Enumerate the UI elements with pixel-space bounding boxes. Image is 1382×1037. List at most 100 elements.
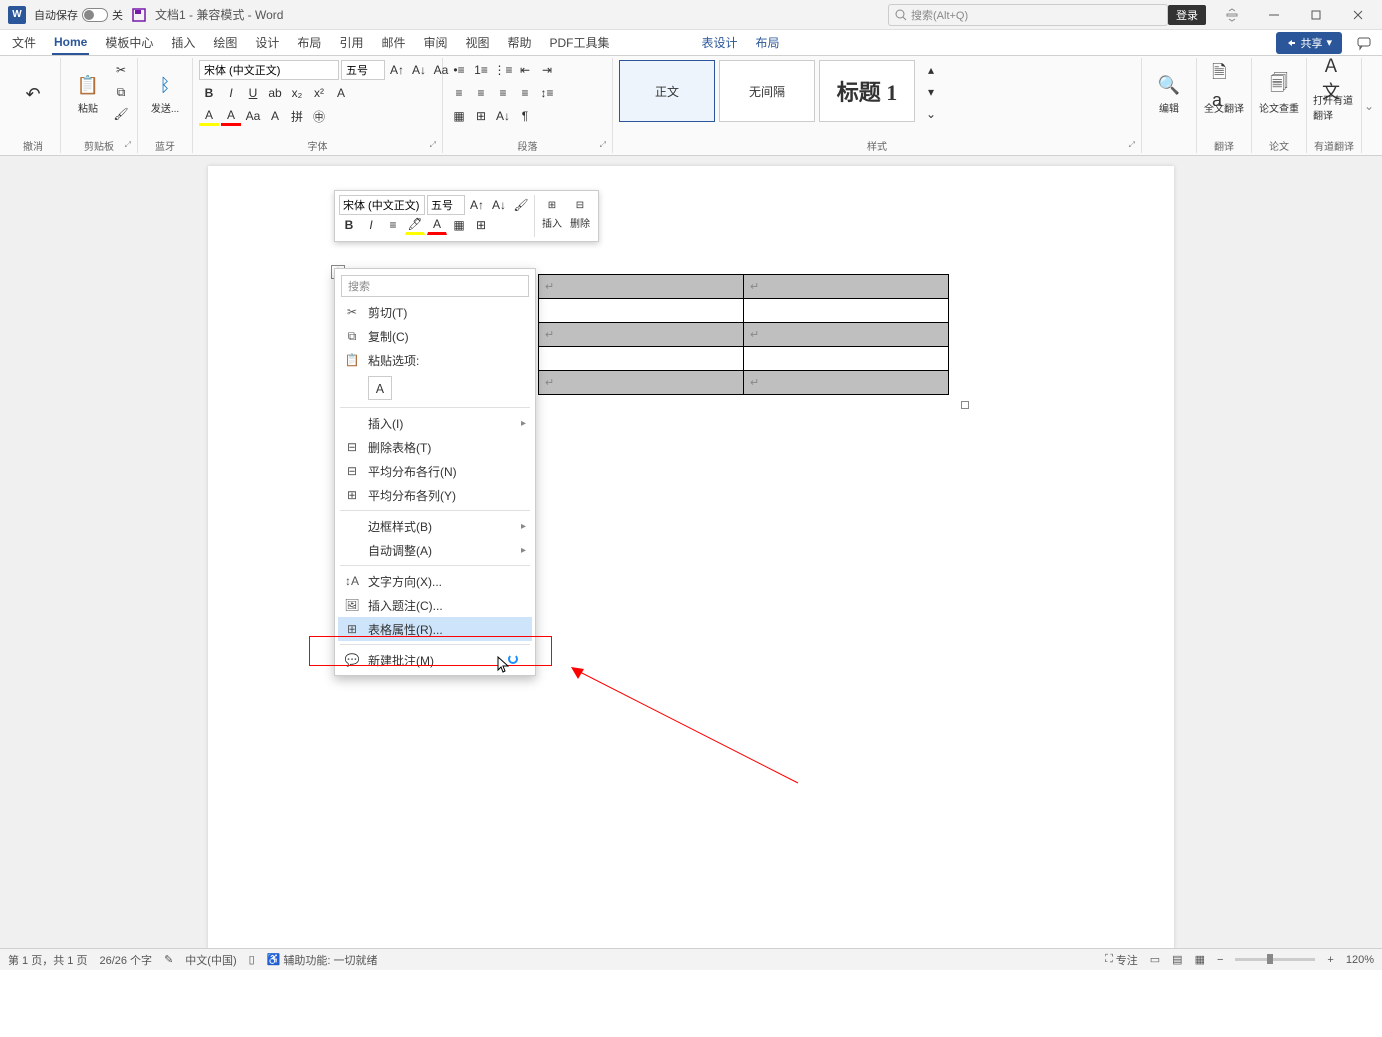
accessibility-indicator[interactable]: ♿ 辅助功能: 一切就绪: [267, 952, 378, 968]
language-indicator[interactable]: 中文(中国): [185, 952, 236, 968]
tab-home[interactable]: Home: [52, 31, 89, 55]
phonetic-button[interactable]: 拼: [287, 106, 307, 126]
tab-view[interactable]: 视图: [463, 30, 491, 55]
full-translate-button[interactable]: 🗎a全文翻译: [1203, 60, 1245, 128]
superscript-button[interactable]: x²: [309, 83, 329, 103]
font-color-button[interactable]: A: [221, 106, 241, 126]
tab-table-layout[interactable]: 布局: [754, 30, 782, 55]
ctx-autofit[interactable]: 自动调整(A)▸: [338, 538, 532, 562]
underline-button[interactable]: U: [243, 83, 263, 103]
tab-mailings[interactable]: 邮件: [379, 30, 407, 55]
spellcheck-icon[interactable]: ✎: [164, 953, 173, 966]
shrink-font-button[interactable]: A↓: [409, 60, 429, 80]
bullets-button[interactable]: •≡: [449, 60, 469, 80]
ctx-delete-table[interactable]: ⊟删除表格(T): [338, 435, 532, 459]
sort-button[interactable]: A↓: [493, 106, 513, 126]
editing-button[interactable]: 🔍编辑: [1148, 60, 1190, 128]
justify-button[interactable]: ≡: [515, 83, 535, 103]
focus-mode-button[interactable]: ⛶ 专注: [1105, 952, 1138, 968]
macro-icon[interactable]: ▯: [249, 953, 255, 966]
mini-align[interactable]: ≡: [383, 215, 403, 235]
char-shading-button[interactable]: Aa: [243, 106, 263, 126]
ctx-distribute-rows[interactable]: ⊟平均分布各行(N): [338, 459, 532, 483]
autosave-toggle[interactable]: 自动保存 关: [34, 7, 123, 23]
ctx-insert-caption[interactable]: 🖼插入题注(C)...: [338, 593, 532, 617]
search-input[interactable]: 搜索(Alt+Q): [888, 4, 1168, 26]
comments-icon[interactable]: [1356, 35, 1372, 51]
tab-review[interactable]: 审阅: [421, 30, 449, 55]
line-spacing-button[interactable]: ↕≡: [537, 83, 557, 103]
save-icon[interactable]: [131, 7, 147, 23]
highlight-button[interactable]: A: [199, 106, 219, 126]
ctx-insert[interactable]: 插入(I)▸: [338, 411, 532, 435]
ctx-table-properties[interactable]: ⊞表格属性(R)...: [338, 617, 532, 641]
tab-draw[interactable]: 绘图: [211, 30, 239, 55]
tab-file[interactable]: 文件: [10, 30, 38, 55]
zoom-out-button[interactable]: −: [1217, 954, 1223, 966]
ctx-distribute-cols[interactable]: ⊞平均分布各列(Y): [338, 483, 532, 507]
mini-font-size[interactable]: [427, 195, 465, 215]
mini-insert-button[interactable]: ⊞ 插入: [538, 195, 566, 237]
style-normal[interactable]: 正文: [619, 60, 715, 122]
login-button[interactable]: 登录: [1168, 5, 1206, 25]
grow-font-button[interactable]: A↑: [387, 60, 407, 80]
close-button[interactable]: [1342, 3, 1374, 27]
text-effects-button[interactable]: A: [331, 83, 351, 103]
ctx-new-comment[interactable]: 💬新建批注(M): [338, 648, 532, 672]
tab-layout[interactable]: 布局: [295, 30, 323, 55]
show-marks-button[interactable]: ¶: [515, 106, 535, 126]
table[interactable]: ↵↵ ↵↵ ↵↵: [538, 274, 949, 395]
ctx-text-direction[interactable]: ↕A文字方向(X)...: [338, 569, 532, 593]
read-mode-button[interactable]: ▭: [1150, 953, 1160, 966]
mini-delete-button[interactable]: ⊟ 删除: [566, 195, 594, 237]
print-layout-button[interactable]: ▤: [1172, 953, 1182, 966]
font-size-select[interactable]: [341, 60, 385, 80]
collapse-ribbon-button[interactable]: ⌄: [1362, 58, 1376, 153]
tab-help[interactable]: 帮助: [506, 30, 534, 55]
ctx-search-input[interactable]: 搜索: [341, 275, 529, 297]
styles-expand[interactable]: ⌄: [921, 104, 941, 124]
zoom-in-button[interactable]: +: [1327, 954, 1333, 966]
enclose-char-button[interactable]: ㊥: [309, 106, 329, 126]
mini-font-color[interactable]: A: [427, 215, 447, 235]
format-painter-button[interactable]: 🖌: [111, 104, 131, 124]
page[interactable]: ✥ ↵↵ ↵↵ ↵↵ A↑ A↓ 🖌: [208, 166, 1174, 948]
tab-references[interactable]: 引用: [337, 30, 365, 55]
paragraph-launcher[interactable]: ⤢: [600, 140, 606, 150]
italic-button[interactable]: I: [221, 83, 241, 103]
borders-button[interactable]: ⊞: [471, 106, 491, 126]
paste-button[interactable]: 📋 粘贴: [67, 60, 109, 128]
mini-highlight[interactable]: 🖊: [405, 215, 425, 235]
styles-launcher[interactable]: ⤢: [1129, 140, 1135, 150]
cut-button[interactable]: ✂: [111, 60, 131, 80]
tab-insert[interactable]: 插入: [169, 30, 197, 55]
styles-scroll-up[interactable]: ▴: [921, 60, 941, 80]
mini-shading[interactable]: ▦: [449, 215, 469, 235]
ctx-cut[interactable]: ✂剪切(T): [338, 300, 532, 324]
word-count[interactable]: 26/26 个字: [99, 952, 152, 968]
ribbon-display-options-icon[interactable]: [1216, 3, 1248, 27]
youdao-button[interactable]: Ａ文打开有道翻译: [1313, 60, 1355, 128]
ctx-copy[interactable]: ⧉复制(C): [338, 324, 532, 348]
copy-button[interactable]: ⧉: [111, 82, 131, 102]
align-center-button[interactable]: ≡: [471, 83, 491, 103]
align-right-button[interactable]: ≡: [493, 83, 513, 103]
tab-pdf-tools[interactable]: PDF工具集: [548, 30, 612, 55]
tab-templates[interactable]: 模板中心: [103, 30, 155, 55]
style-no-spacing[interactable]: 无间隔: [719, 60, 815, 122]
decrease-indent-button[interactable]: ⇤: [515, 60, 535, 80]
strikethrough-button[interactable]: ab: [265, 83, 285, 103]
paste-keep-text-button[interactable]: Ａ: [368, 376, 392, 400]
web-layout-button[interactable]: ▦: [1195, 953, 1205, 966]
shading-button[interactable]: ▦: [449, 106, 469, 126]
bold-button[interactable]: B: [199, 83, 219, 103]
zoom-level[interactable]: 120%: [1346, 954, 1374, 966]
table-resize-handle[interactable]: [961, 401, 969, 409]
maximize-button[interactable]: [1300, 3, 1332, 27]
font-name-select[interactable]: [199, 60, 339, 80]
align-left-button[interactable]: ≡: [449, 83, 469, 103]
thesis-check-button[interactable]: 🗐论文查重: [1258, 60, 1300, 128]
numbering-button[interactable]: 1≡: [471, 60, 491, 80]
bluetooth-send-button[interactable]: ᛒ 发送...: [144, 60, 186, 128]
subscript-button[interactable]: x₂: [287, 83, 307, 103]
